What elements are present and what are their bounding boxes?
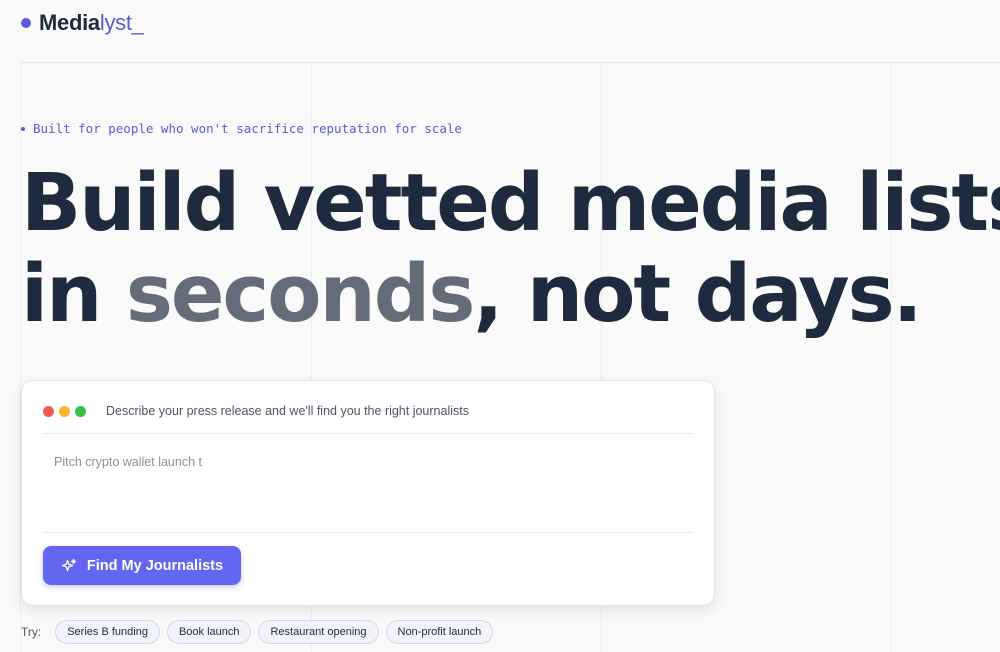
logo-name-accent: lyst_ — [99, 10, 144, 35]
headline-end: , not days. — [473, 248, 922, 340]
search-card: Describe your press release and we'll fi… — [21, 380, 715, 606]
find-journalists-button[interactable]: Find My Journalists — [43, 546, 241, 585]
headline-in: in — [21, 248, 126, 340]
tagline-text: Built for people who won't sacrifice rep… — [33, 121, 462, 136]
press-release-input[interactable]: Pitch crypto wallet launch t — [43, 445, 693, 525]
hero-headline: Build vetted media lists in seconds, not … — [21, 158, 1000, 340]
yellow-dot-icon — [59, 406, 70, 417]
window-controls — [43, 406, 86, 417]
card-divider — [43, 532, 693, 533]
suggestion-chip[interactable]: Book launch — [166, 620, 252, 644]
headline-line1: Build vetted media lists — [21, 157, 1000, 249]
bullet-icon — [21, 126, 25, 131]
green-dot-icon — [75, 406, 86, 417]
grid-line — [891, 63, 892, 652]
suggestion-row: Try: Series B funding Book launch Restau… — [21, 620, 500, 644]
suggestion-chip[interactable]: Series B funding — [55, 620, 160, 644]
suggestion-chip[interactable]: Non-profit launch — [385, 620, 494, 644]
logo-dot-icon — [21, 18, 31, 28]
hero-tagline: Built for people who won't sacrifice rep… — [21, 121, 462, 136]
logo[interactable]: Medialyst_ — [21, 10, 144, 36]
headline-highlight: seconds — [125, 248, 476, 340]
logo-name-main: Media — [39, 10, 100, 35]
try-label: Try: — [21, 625, 42, 639]
header-divider — [20, 62, 1000, 63]
sparkle-icon — [61, 558, 77, 574]
card-hint: Describe your press release and we'll fi… — [106, 404, 469, 418]
red-dot-icon — [43, 406, 54, 417]
suggestion-chip[interactable]: Restaurant opening — [258, 620, 379, 644]
logo-text: Medialyst_ — [39, 10, 144, 36]
find-journalists-label: Find My Journalists — [86, 557, 224, 574]
card-divider — [43, 433, 693, 434]
